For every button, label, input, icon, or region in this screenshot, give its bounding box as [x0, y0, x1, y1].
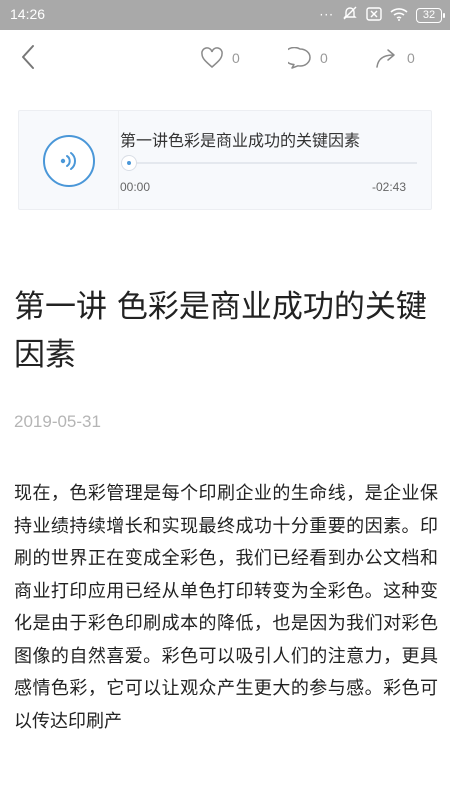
battery-level: 32 — [422, 9, 436, 21]
audio-player: 第一讲色彩是商业成功的关键因素 00:00 -02:43 — [18, 110, 432, 210]
top-nav: 0 0 0 — [0, 30, 450, 86]
audio-waves-icon — [60, 152, 76, 170]
remaining-time: -02:43 — [371, 180, 406, 194]
sim-none-icon — [366, 6, 382, 25]
elapsed-time: 00:00 — [120, 180, 151, 194]
article-date: 2019-05-31 — [14, 412, 101, 431]
heart-icon — [201, 47, 223, 68]
status-time: 14:26 — [10, 6, 46, 22]
article-body: 现在，色彩管理是每个印刷企业的生命线，是企业保持业绩持续增长和实现最终成功十分重… — [14, 483, 438, 732]
alarm-off-icon — [342, 5, 358, 25]
wifi-icon — [390, 6, 408, 25]
progress-knob[interactable] — [121, 155, 137, 171]
like-count: 0 — [232, 50, 240, 66]
share-count: 0 — [407, 50, 415, 66]
article-title: 第一讲 色彩是商业成功的关键因素 — [14, 289, 427, 373]
chevron-left-icon — [22, 45, 34, 69]
share-icon — [376, 49, 395, 68]
status-bar: 14:26 ··· 32 — [0, 0, 450, 30]
status-icons: ··· 32 — [319, 5, 445, 25]
comment-count: 0 — [320, 50, 328, 66]
play-button[interactable] — [43, 135, 95, 187]
battery-icon: 32 — [416, 7, 445, 23]
audio-title: 第一讲色彩是商业成功的关键因素 — [120, 131, 361, 150]
share-button[interactable]: 0 — [375, 46, 415, 70]
comment-button[interactable]: 0 — [288, 46, 328, 70]
more-dots-icon: ··· — [319, 8, 334, 22]
audio-icon-box — [19, 111, 119, 209]
comment-icon — [288, 47, 311, 69]
progress-track[interactable] — [127, 162, 417, 164]
back-button[interactable] — [14, 42, 44, 72]
like-button[interactable]: 0 — [200, 46, 240, 70]
